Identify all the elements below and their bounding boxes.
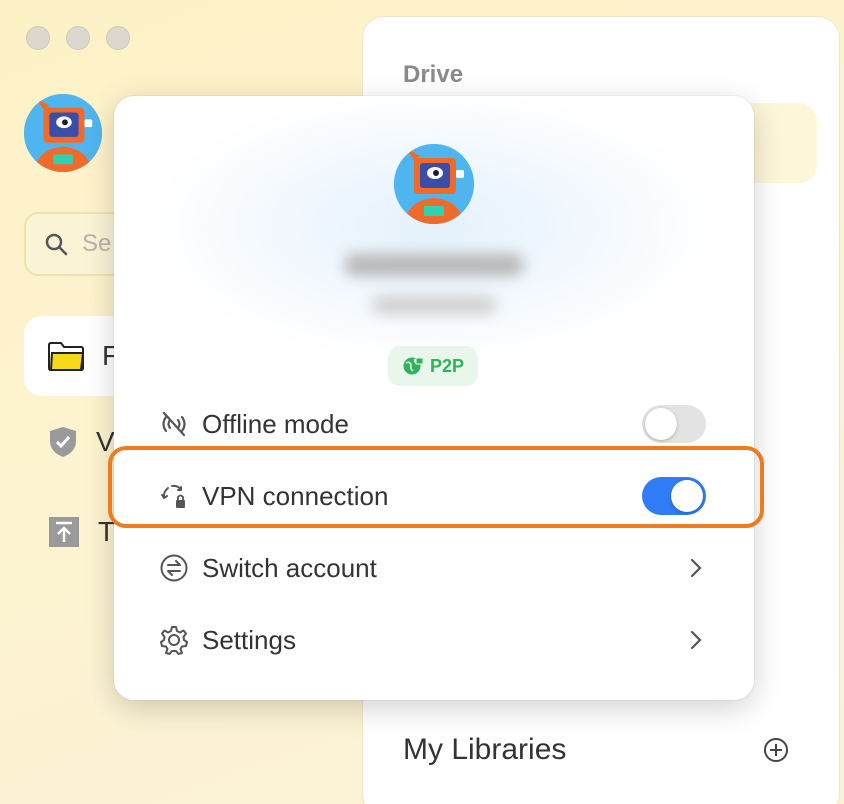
switch-account-icon (158, 552, 190, 584)
switch-account-row[interactable]: Switch account (158, 543, 706, 593)
shield-icon (50, 427, 76, 457)
vpn-connection-row[interactable]: VPN connection (158, 471, 706, 521)
search-placeholder: Se (82, 230, 112, 257)
chevron-right-icon (690, 630, 702, 650)
p2p-badge: P2P (388, 346, 479, 386)
chevron-right-icon (690, 558, 702, 578)
upload-icon (49, 517, 79, 547)
minimize-window-button[interactable] (66, 26, 90, 50)
folder-icon (48, 342, 84, 371)
settings-row[interactable]: Settings (158, 615, 706, 665)
vpn-icon (158, 480, 190, 512)
sidebar-item-label: T (98, 516, 116, 547)
drive-section-label: Drive (403, 61, 464, 88)
switch-account-label: Switch account (202, 552, 377, 583)
globe-lock-icon (403, 357, 424, 375)
offline-mode-toggle[interactable] (642, 405, 706, 443)
popup-header-glow (164, 96, 704, 356)
vpn-connection-label: VPN connection (202, 480, 389, 511)
add-library-icon[interactable] (763, 737, 789, 763)
zoom-window-button[interactable] (106, 26, 130, 50)
offline-mode-label: Offline mode (202, 408, 349, 439)
offline-mode-row[interactable]: Offline mode (158, 399, 706, 449)
settings-label: Settings (202, 624, 296, 655)
offline-icon (158, 408, 190, 440)
gear-icon (158, 624, 190, 656)
window-controls (26, 26, 130, 50)
my-libraries-heading: My Libraries (403, 733, 567, 766)
sidebar-avatar[interactable] (24, 94, 102, 172)
close-window-button[interactable] (26, 26, 50, 50)
account-name-redacted (344, 254, 524, 276)
account-popup: P2P Offline mode VPN connection Switch a… (114, 96, 754, 700)
sidebar-item-label: V (96, 426, 115, 457)
p2p-badge-label: P2P (430, 355, 465, 376)
account-avatar (394, 144, 474, 224)
account-email-redacted (372, 296, 496, 314)
vpn-connection-toggle[interactable] (642, 477, 706, 515)
search-icon (45, 233, 68, 256)
